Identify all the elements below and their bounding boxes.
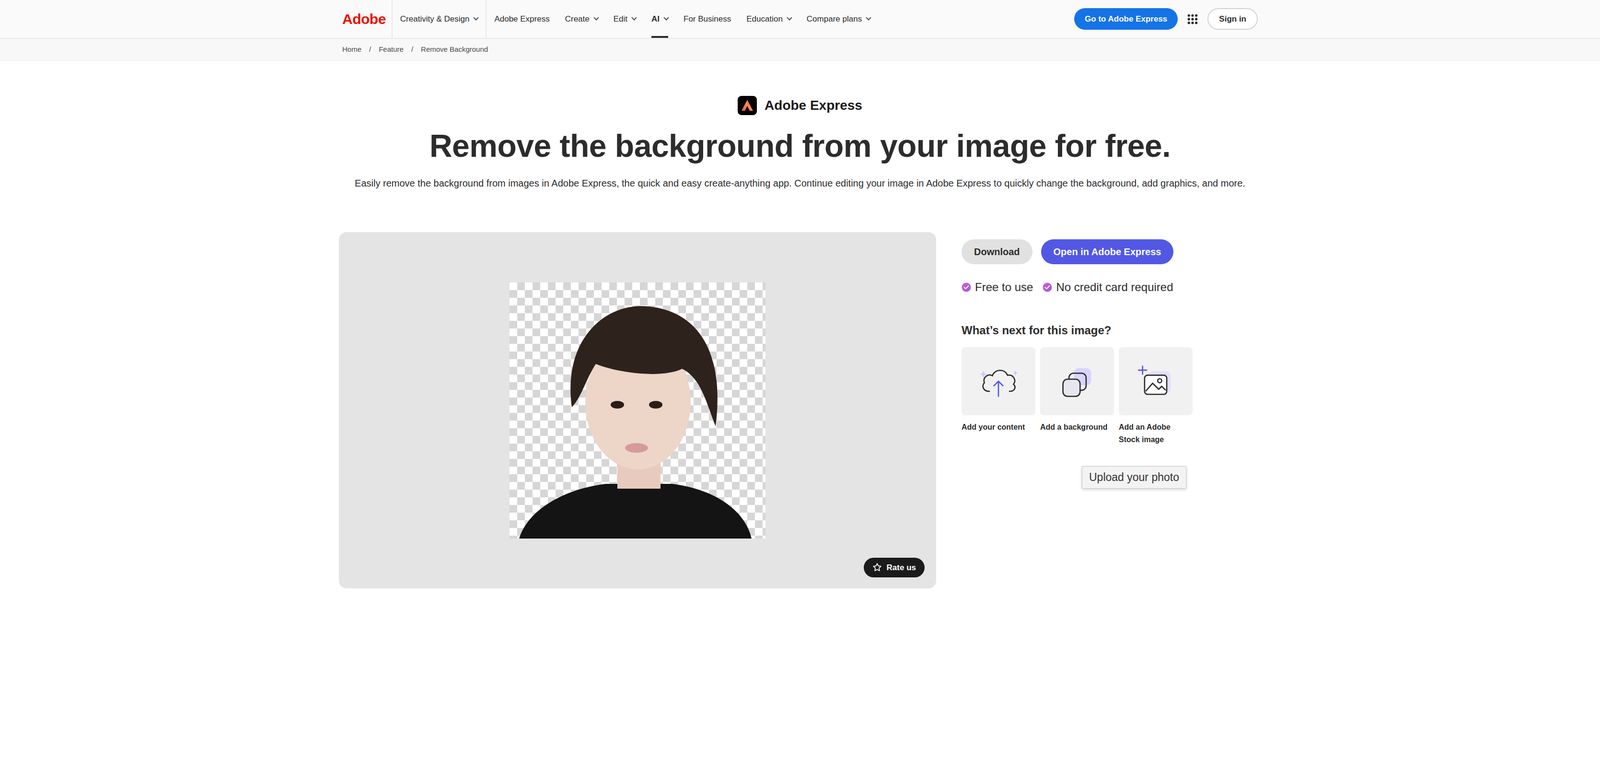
check-icon bbox=[1042, 282, 1053, 292]
check-icon bbox=[961, 282, 972, 292]
option-tile[interactable] bbox=[1118, 347, 1193, 416]
person-photo bbox=[509, 282, 766, 539]
breadcrumb-separator: / bbox=[361, 44, 379, 56]
apps-button[interactable] bbox=[1185, 11, 1200, 27]
open-in-express-button[interactable]: Open in Adobe Express bbox=[1041, 239, 1174, 265]
chevron-icon bbox=[786, 14, 792, 21]
breadcrumb-separator: / bbox=[403, 44, 421, 56]
editor: Rate us Download Open in Adobe Express Free… bbox=[338, 231, 1262, 589]
next-heading: What’s next for this image? bbox=[961, 323, 1262, 338]
nav-item[interactable]: Compare plans bbox=[799, 0, 879, 38]
preview-panel: Rate us bbox=[338, 231, 937, 589]
perks: Free to use No credit card required bbox=[961, 278, 1262, 296]
download-button[interactable]: Download bbox=[961, 239, 1033, 265]
star-icon bbox=[872, 562, 882, 572]
option-tile[interactable] bbox=[1040, 347, 1114, 416]
adobe-logo[interactable]: Adobe bbox=[342, 8, 392, 30]
page-title: Remove the background from your image fo… bbox=[0, 127, 1600, 165]
page-subtitle: Easily remove the background from images… bbox=[0, 175, 1600, 191]
actions-panel: Download Open in Adobe Express Free to use… bbox=[961, 231, 1262, 589]
chevron-icon bbox=[473, 14, 479, 21]
perk: No credit card required bbox=[1042, 278, 1173, 296]
nav-item[interactable]: For Business bbox=[675, 0, 739, 38]
nav-divider bbox=[391, 0, 393, 38]
sign-in-button[interactable]: Sign in bbox=[1207, 8, 1258, 31]
nav-item[interactable]: Adobe Express bbox=[486, 0, 557, 38]
chevron-icon bbox=[593, 14, 599, 21]
perk: Free to use bbox=[961, 278, 1033, 296]
breadcrumb-bar: Home/Feature/Remove Background bbox=[0, 38, 1600, 61]
apps-grid-icon bbox=[1187, 13, 1198, 25]
nav-divider bbox=[485, 0, 487, 38]
express-logo-icon bbox=[737, 95, 757, 116]
hero: Adobe Express Remove the background from … bbox=[0, 60, 1600, 191]
upload-icon bbox=[978, 362, 1019, 400]
chevron-icon bbox=[631, 14, 637, 21]
rate-us-button[interactable]: Rate us bbox=[863, 557, 925, 578]
upload-tooltip: Upload your photo bbox=[1081, 465, 1187, 489]
chevron-icon bbox=[865, 14, 871, 21]
chevron-icon bbox=[663, 14, 669, 21]
option-tile[interactable] bbox=[961, 347, 1036, 416]
next-option[interactable]: Add your content bbox=[961, 347, 1036, 447]
nav-item[interactable]: Edit bbox=[605, 0, 644, 38]
nav-item[interactable]: Education bbox=[738, 0, 800, 38]
next-option[interactable]: Add a background bbox=[1040, 347, 1114, 447]
top-nav: AdobeCreativity & DesignAdobe ExpressCre… bbox=[0, 0, 1600, 39]
brand: Adobe Express bbox=[0, 95, 1600, 116]
next-option[interactable]: Add an Adobe Stock image bbox=[1118, 347, 1193, 447]
stock-icon bbox=[1135, 362, 1176, 400]
nav-item[interactable]: Creativity & Design bbox=[392, 0, 487, 38]
nav-item[interactable]: AI bbox=[643, 0, 676, 38]
breadcrumb-link[interactable]: Home bbox=[342, 44, 362, 56]
breadcrumb-link[interactable]: Feature bbox=[378, 44, 404, 56]
breadcrumb-link[interactable]: Remove Background bbox=[420, 44, 488, 56]
layers-icon bbox=[1056, 362, 1098, 400]
nav-item[interactable]: Create bbox=[557, 0, 606, 38]
photo-preview bbox=[509, 282, 766, 539]
go-to-express-button[interactable]: Go to Adobe Express bbox=[1074, 8, 1178, 31]
next-options: Add your contentAdd a backgroundAdd an A… bbox=[961, 347, 1262, 447]
